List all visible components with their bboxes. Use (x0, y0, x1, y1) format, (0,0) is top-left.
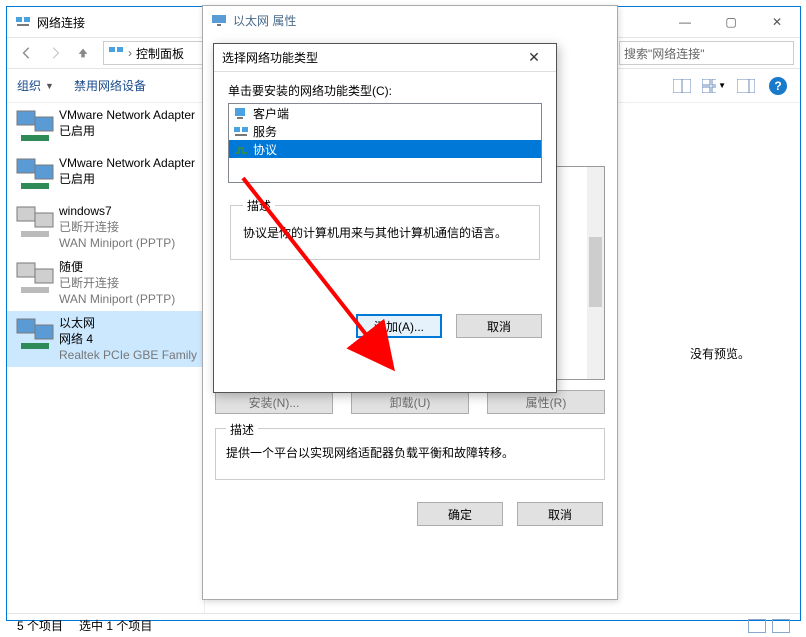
instruction-label: 单击要安装的网络功能类型(C): (228, 82, 542, 99)
search-input[interactable]: 搜索"网络连接" (619, 41, 794, 65)
maximize-button[interactable]: ▢ (708, 7, 754, 37)
help-button[interactable]: ? (766, 74, 790, 98)
chevron-right-icon: › (128, 46, 132, 60)
connection-name: 随便 (59, 259, 175, 275)
connection-name: VMware Network Adapter VMnet8 (59, 155, 198, 171)
scrollbar[interactable] (587, 167, 604, 379)
view-icon-details[interactable] (748, 619, 766, 633)
connection-list[interactable]: VMware Network Adapter VMnet1 已启用 VMware… (7, 103, 205, 613)
dialog-buttons: 确定 取消 (203, 492, 617, 526)
preview-pane-button[interactable] (734, 74, 758, 98)
adapter-icon (15, 107, 59, 147)
connection-state: 已启用 (59, 123, 198, 139)
cancel-button[interactable]: 取消 (517, 502, 603, 526)
add-button[interactable]: 添加(A)... (356, 314, 442, 338)
connection-name: VMware Network Adapter VMnet1 (59, 107, 198, 123)
adapter-icon (211, 12, 227, 28)
description-text: 提供一个平台以实现网络适配器负载平衡和故障转移。 (226, 444, 594, 461)
connection-item[interactable]: windows7 已断开连接 WAN Miniport (PPTP) (7, 199, 204, 255)
dialog-buttons: 添加(A)... 取消 (214, 314, 556, 338)
close-button[interactable]: ✕ (754, 7, 800, 37)
status-bar: 5 个项目 选中 1 个项目 (7, 613, 800, 637)
select-feature-type-dialog: 选择网络功能类型 ✕ 单击要安装的网络功能类型(C): 客户端服务协议 描述 协… (213, 43, 557, 393)
adapter-icon (15, 315, 59, 355)
connection-item[interactable]: 以太网 网络 4 Realtek PCIe GBE Family Control… (7, 311, 204, 367)
connection-item[interactable]: 随便 已断开连接 WAN Miniport (PPTP) (7, 255, 204, 311)
chevron-down-icon: ▼ (45, 81, 54, 91)
description-text: 协议是你的计算机用来与其他计算机通信的语言。 (243, 224, 527, 241)
adapter-icon (15, 155, 59, 195)
install-button[interactable]: 安装(N)... (215, 390, 333, 414)
dialog-title: 以太网 属性 (233, 12, 296, 29)
app-icon (15, 14, 31, 30)
feature-type-item[interactable]: 协议 (229, 140, 541, 158)
description-group: 描述 提供一个平台以实现网络适配器负载平衡和故障转移。 (215, 428, 605, 480)
uninstall-button[interactable]: 卸载(U) (351, 390, 469, 414)
no-preview-label: 没有预览。 (690, 345, 750, 362)
feature-type-item[interactable]: 服务 (229, 122, 541, 140)
component-buttons: 安装(N)... 卸载(U) 属性(R) (215, 390, 605, 414)
search-placeholder: 搜索"网络连接" (624, 45, 705, 62)
dialog-title: 选择网络功能类型 (222, 49, 520, 66)
selection-count: 选中 1 个项目 (79, 617, 152, 634)
window-controls: — ▢ ✕ (662, 7, 800, 37)
view-mode-button[interactable]: ▼ (702, 74, 726, 98)
connection-device: WAN Miniport (PPTP) (59, 235, 175, 251)
nav-forward-button[interactable] (41, 39, 69, 67)
feature-type-label: 客户端 (253, 105, 289, 122)
connection-device: WAN Miniport (PPTP) (59, 291, 175, 307)
client-icon (233, 106, 249, 120)
connection-name: 以太网 (59, 315, 198, 331)
service-icon (233, 124, 249, 138)
protocol-icon (233, 142, 249, 156)
connection-state: 网络 4 (59, 331, 198, 347)
feature-type-list[interactable]: 客户端服务协议 (228, 103, 542, 183)
nav-up-button[interactable] (69, 39, 97, 67)
breadcrumb-segment[interactable]: 控制面板 (136, 45, 184, 62)
properties-button[interactable]: 属性(R) (487, 390, 605, 414)
adapter-icon (15, 259, 59, 299)
connection-name: windows7 (59, 203, 175, 219)
location-icon (108, 44, 124, 63)
organize-menu[interactable]: 组织▼ (17, 77, 54, 94)
nav-back-button[interactable] (13, 39, 41, 67)
item-count: 5 个项目 (17, 617, 63, 634)
connection-device: Realtek PCIe GBE Family Controller (59, 347, 198, 363)
dialog-titlebar[interactable]: 选择网络功能类型 ✕ (214, 44, 556, 72)
cancel-button[interactable]: 取消 (456, 314, 542, 338)
scroll-thumb[interactable] (589, 237, 602, 307)
description-label: 描述 (226, 421, 258, 438)
description-label: 描述 (243, 197, 275, 214)
adapter-icon (15, 203, 59, 243)
disable-device-cmd[interactable]: 禁用网络设备 (74, 77, 146, 94)
feature-type-item[interactable]: 客户端 (229, 104, 541, 122)
connection-item[interactable]: VMware Network Adapter VMnet8 已启用 (7, 151, 204, 199)
feature-type-label: 服务 (253, 123, 277, 140)
ok-button[interactable]: 确定 (417, 502, 503, 526)
connection-state: 已启用 (59, 171, 198, 187)
close-button[interactable]: ✕ (520, 49, 548, 66)
minimize-button[interactable]: — (662, 7, 708, 37)
right-icon-group: ▼ ? (670, 74, 790, 98)
description-group: 描述 协议是你的计算机用来与其他计算机通信的语言。 (230, 197, 540, 260)
view-icon-large[interactable] (772, 619, 790, 633)
feature-type-label: 协议 (253, 141, 277, 158)
dialog-titlebar[interactable]: 以太网 属性 (203, 6, 617, 34)
connection-state: 已断开连接 (59, 275, 175, 291)
connection-item[interactable]: VMware Network Adapter VMnet1 已启用 (7, 103, 204, 151)
view-layout-wide-icon[interactable] (670, 74, 694, 98)
connection-state: 已断开连接 (59, 219, 175, 235)
